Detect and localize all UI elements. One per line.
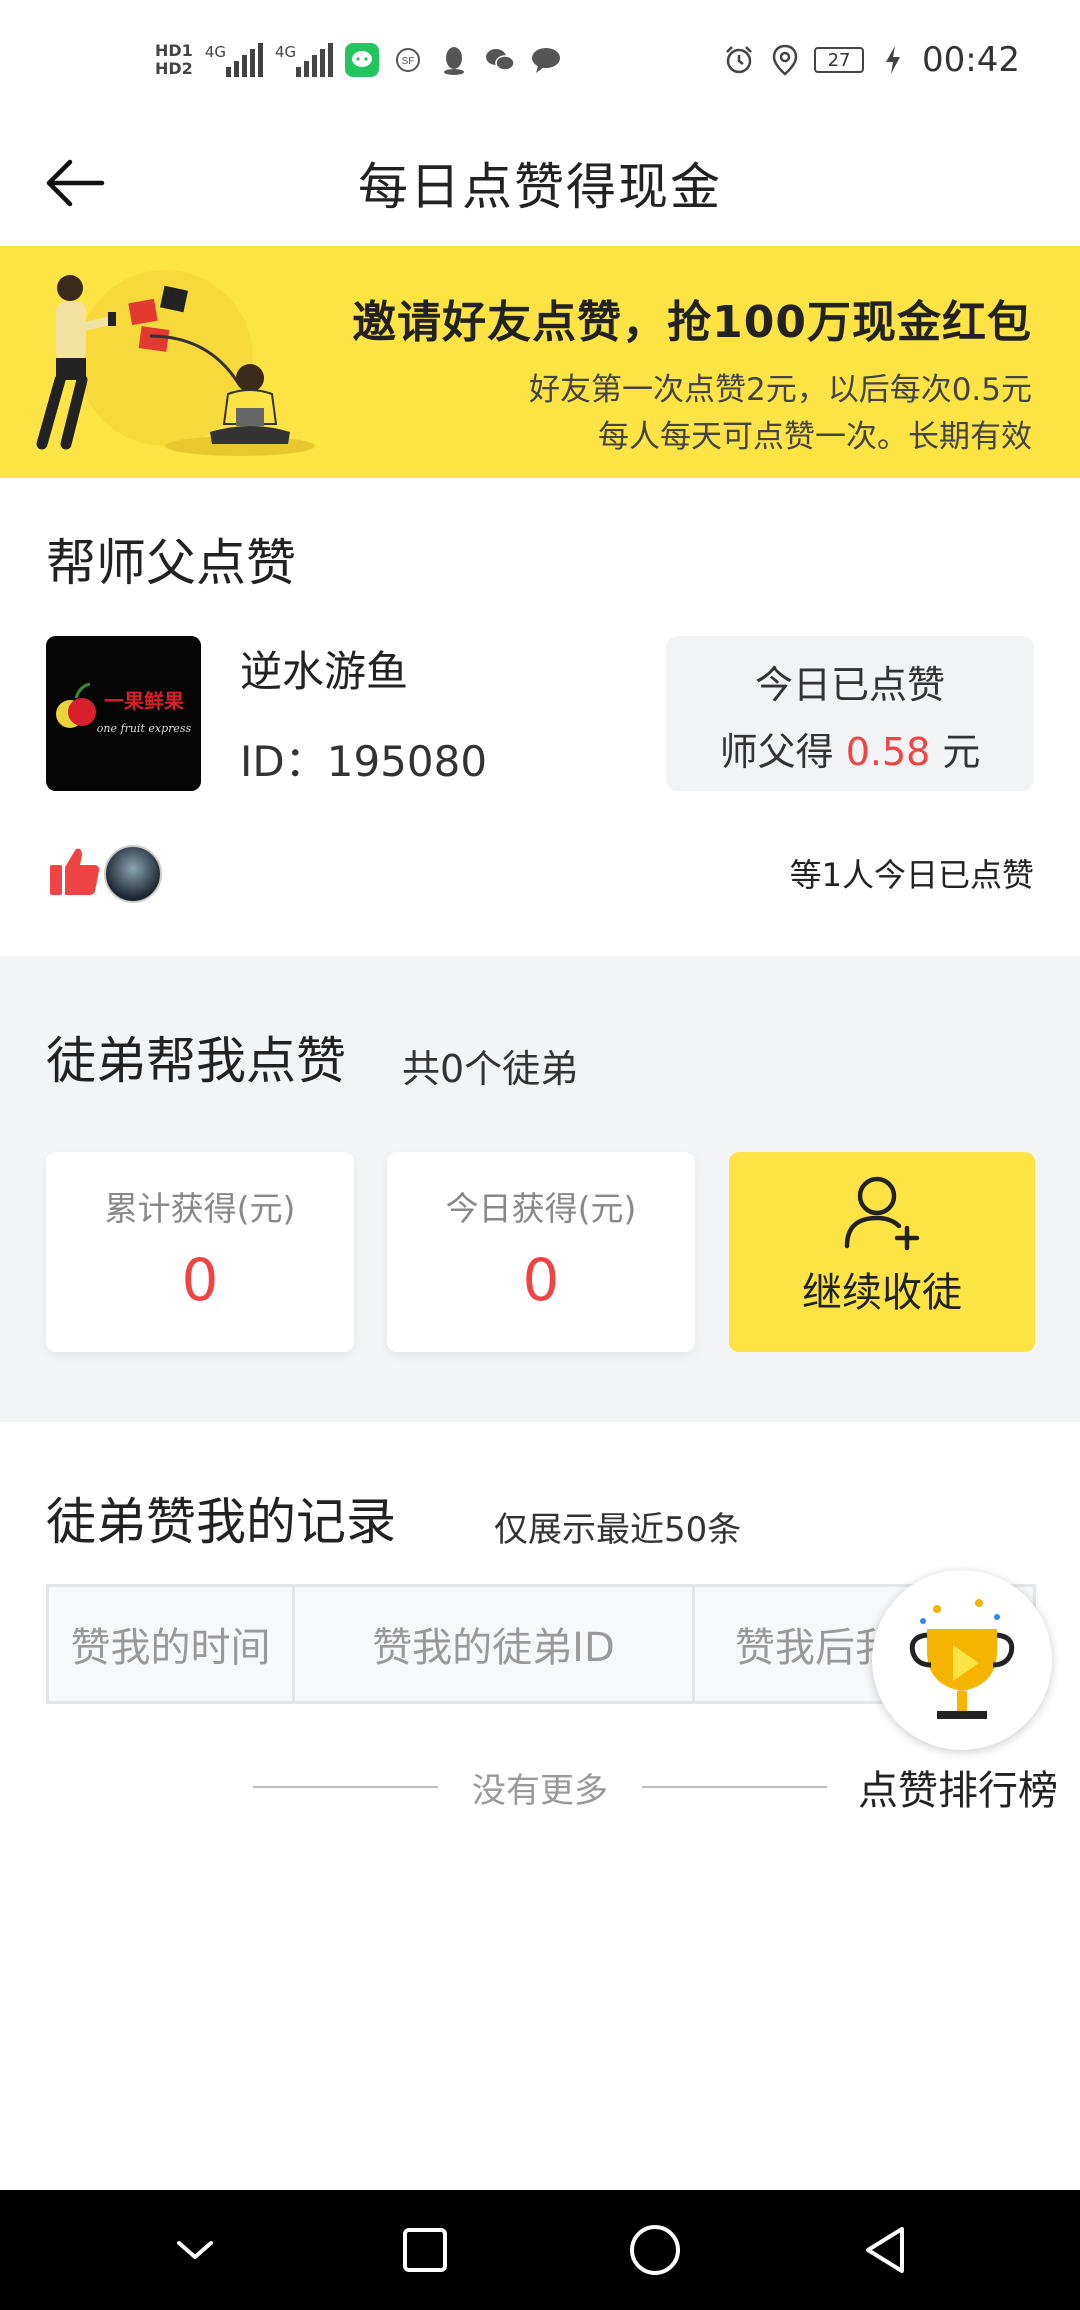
location-icon — [768, 43, 802, 77]
total-earned-label: 累计获得(元) — [104, 1189, 296, 1228]
master-avatar: 一果鲜果 one fruit express — [46, 636, 201, 791]
charging-icon — [876, 43, 910, 77]
divider-right — [642, 1786, 827, 1788]
liked-count-text: 等1人今日已点赞 — [789, 856, 1034, 894]
recruit-label: 继续收徒 — [802, 1270, 962, 1316]
column-header-apprentice-id: 赞我的徒弟ID — [295, 1587, 695, 1701]
qq-icon — [437, 43, 471, 77]
message-icon — [529, 43, 563, 77]
home-button[interactable] — [615, 2210, 695, 2290]
signal-icon — [225, 43, 263, 77]
banner-line-2: 每人每天可点赞一次。长期有效 — [598, 419, 1032, 455]
earn-suffix: 元 — [942, 730, 981, 774]
add-user-icon — [844, 1176, 920, 1251]
today-earned-card: 今日获得(元) 0 — [387, 1152, 695, 1352]
square-icon — [403, 2228, 447, 2272]
svg-text:SF: SF — [402, 56, 415, 67]
sf-express-icon: SF — [391, 43, 425, 77]
today-earned-label: 今日获得(元) — [445, 1189, 637, 1228]
column-header-time: 赞我的时间 — [49, 1587, 295, 1701]
network-1: 4G — [205, 43, 263, 77]
signal-icon — [296, 43, 334, 77]
logo-text-en: one fruit express — [97, 722, 192, 735]
trophy-icon — [909, 1599, 1015, 1719]
hide-nav-button[interactable] — [155, 2210, 235, 2290]
fruit-logo-icon: 一果鲜果 one fruit express — [46, 636, 201, 791]
circle-icon — [630, 2225, 680, 2275]
back-nav-button[interactable] — [845, 2210, 925, 2290]
wechat-icon — [483, 43, 517, 77]
sim-indicators: HD1 HD2 — [155, 41, 193, 78]
apprentice-count: 共0个徒弟 — [402, 1047, 579, 1091]
invite-banner[interactable]: 邀请好友点赞，抢100万现金红包 好友第一次点赞2元，以后每次0.5元 每人每天… — [0, 246, 1080, 478]
system-nav-bar — [0, 2190, 1080, 2310]
apprentice-section: 徒弟帮我点赞 共0个徒弟 累计获得(元) 0 今日获得(元) 0 继续收徒 — [0, 956, 1080, 1422]
today-liked-box: 今日已点赞 师父得 0.58 元 — [666, 636, 1034, 791]
master-name: 逆水游鱼 — [240, 647, 409, 696]
status-bar: HD1 HD2 4G 4G SF 27 00:42 — [0, 0, 1080, 120]
wechat-green-icon — [345, 43, 380, 77]
back-arrow-icon — [46, 159, 105, 207]
status-right: 27 00:42 — [722, 40, 1020, 80]
recruit-button[interactable]: 继续收徒 — [729, 1152, 1035, 1352]
today-liked-label: 今日已点赞 — [754, 663, 945, 707]
logo-text-cn: 一果鲜果 — [104, 689, 184, 713]
no-more-text: 没有更多 — [472, 1770, 608, 1811]
network-2: 4G — [275, 43, 334, 77]
earn-prefix: 师父得 — [719, 730, 834, 774]
banner-title: 邀请好友点赞，抢100万现金红包 — [352, 297, 1032, 348]
back-button[interactable] — [40, 148, 110, 218]
recents-button[interactable] — [385, 2210, 465, 2290]
master-section-title: 帮师父点赞 — [46, 534, 296, 592]
records-note: 仅展示最近50条 — [494, 1510, 742, 1550]
ranking-button[interactable] — [872, 1570, 1052, 1750]
total-earned-value: 0 — [181, 1246, 219, 1314]
alarm-icon — [722, 43, 756, 77]
master-id: ID：195080 — [240, 737, 488, 786]
thumbs-up-icon — [50, 848, 100, 895]
master-section: 帮师父点赞 一果鲜果 one fruit express 逆水游鱼 ID：195… — [0, 478, 1080, 956]
triangle-back-icon — [866, 2227, 904, 2273]
liker-avatar[interactable] — [104, 845, 162, 903]
battery-icon: 27 — [814, 47, 865, 73]
clock: 00:42 — [922, 40, 1020, 80]
divider-left — [253, 1786, 438, 1788]
earn-value: 0.58 — [845, 730, 931, 774]
today-earned-value: 0 — [522, 1246, 560, 1314]
total-earned-card: 累计获得(元) 0 — [46, 1152, 354, 1352]
navigation-bar: 每日点赞得现金 — [0, 120, 1080, 246]
records-section-title: 徒弟赞我的记录 — [46, 1493, 396, 1551]
status-left: HD1 HD2 4G 4G SF — [155, 42, 563, 78]
banner-illustration — [36, 270, 315, 456]
banner-line-1: 好友第一次点赞2元，以后每次0.5元 — [528, 372, 1032, 408]
chevron-down-icon — [177, 2241, 213, 2259]
apprentice-section-title: 徒弟帮我点赞 — [46, 1032, 346, 1090]
page-title: 每日点赞得现金 — [358, 158, 722, 216]
master-earn-line: 师父得 0.58 元 — [666, 721, 1034, 776]
ranking-label[interactable]: 点赞排行榜 — [858, 1758, 1058, 1816]
